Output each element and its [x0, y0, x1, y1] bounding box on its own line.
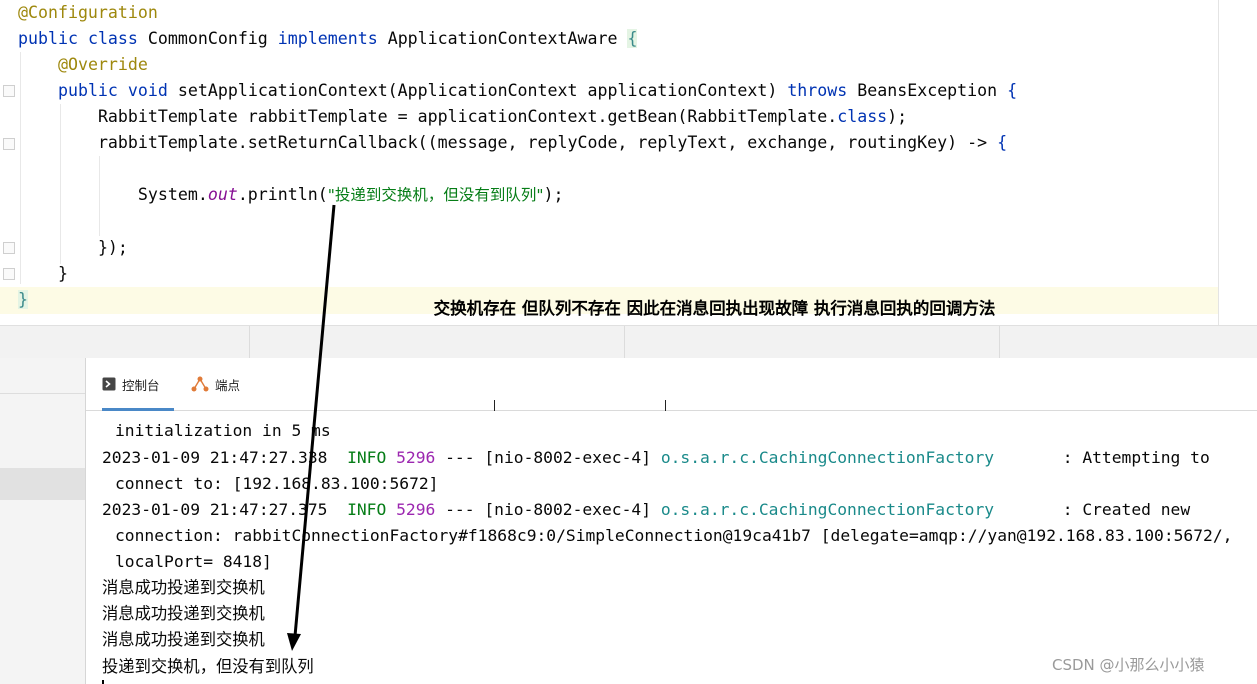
console-line: initialization in 5 ms [115, 421, 331, 440]
fold-marker-icon[interactable] [3, 242, 15, 254]
right-margin-guide [1218, 0, 1219, 325]
tab-console-label: 控制台 [122, 377, 160, 393]
brace-token: { [627, 29, 638, 48]
method-signature-token: setApplicationContext(ApplicationContext… [177, 81, 778, 100]
keyword-token: public [57, 81, 118, 100]
code-text: }); [97, 238, 128, 257]
log-level: INFO [347, 448, 387, 467]
keyword-token: throws [787, 81, 848, 100]
keyword-token: public [18, 29, 78, 48]
code-line-5[interactable]: RabbitTemplate rabbitTemplate = applicat… [18, 104, 907, 130]
tool-window-stripe[interactable] [0, 358, 86, 684]
code-line-1[interactable]: @Configuration [18, 0, 158, 26]
console-message-line: 消息成功投递到交换机 [102, 630, 265, 649]
keyword-token: void [127, 81, 168, 100]
fold-marker-icon[interactable] [3, 85, 15, 97]
console-message-line: 投递到交换机，但没有到队列 [102, 657, 314, 676]
stripe-divider [0, 393, 85, 394]
code-editor[interactable]: @Configuration public class CommonConfig… [0, 0, 1257, 325]
log-pid: 5296 [396, 500, 436, 519]
code-text: .println( [237, 185, 328, 204]
console-output[interactable]: initialization in 5 ms 2023-01-09 21:47:… [86, 411, 1257, 684]
endpoints-icon [191, 376, 209, 392]
keyword-token: class [87, 29, 138, 48]
splitter-divider [999, 326, 1000, 359]
log-logger-link[interactable]: o.s.a.r.c.CachingConnectionFactory [661, 448, 994, 467]
panel-splitter[interactable] [0, 325, 1257, 359]
code-text: ); [887, 107, 908, 126]
tab-endpoints[interactable]: 端点 [191, 358, 240, 410]
console-line: localPort= 8418] [115, 552, 272, 571]
code-line-2[interactable]: public class CommonConfig implements App… [18, 26, 638, 52]
class-name-token: CommonConfig [147, 29, 268, 48]
console-line: connect to: [192.168.83.100:5672] [115, 474, 439, 493]
console-line: connection: rabbitConnectionFactory#f186… [115, 526, 1233, 545]
log-separator: --- [445, 448, 475, 467]
code-text: ); [543, 185, 564, 204]
log-logger-link[interactable]: o.s.a.r.c.CachingConnectionFactory [661, 500, 994, 519]
interface-name-token: ApplicationContextAware [387, 29, 618, 48]
log-level: INFO [347, 500, 387, 519]
log-separator: --- [445, 500, 475, 519]
string-token: "投递到交换机，但没有到队列" [327, 186, 544, 204]
code-text: System. [137, 185, 208, 204]
text-cursor [102, 680, 104, 684]
console-message-line: 消息成功投递到交换机 [102, 604, 265, 623]
fold-marker-icon[interactable] [3, 268, 15, 280]
watermark: CSDN @小那么小小猿 [1052, 656, 1205, 674]
annotation-token: @Configuration [18, 3, 158, 22]
code-line-10[interactable]: }); [18, 235, 128, 261]
console-log-line: 2023-01-09 21:47:27.375 INFO 5296 --- [n… [102, 497, 1190, 523]
splitter-divider [624, 326, 625, 359]
log-timestamp: 2023-01-09 21:47:27.375 [102, 500, 328, 519]
log-thread: [nio-8002-exec-4] [484, 448, 651, 467]
tab-console[interactable]: 控制台 [102, 358, 174, 411]
static-field-token: out [207, 185, 238, 204]
code-line-6[interactable]: rabbitTemplate.setReturnCallback((messag… [18, 130, 1007, 156]
keyword-token: class [837, 107, 888, 126]
code-text: rabbitTemplate.setReturnCallback((messag… [97, 133, 998, 152]
console-log-line: 2023-01-09 21:47:27.338 INFO 5296 --- [n… [102, 445, 1210, 471]
selected-stripe-item[interactable] [0, 468, 85, 500]
code-text: RabbitTemplate rabbitTemplate = applicat… [97, 107, 838, 126]
code-line-11[interactable]: } [18, 261, 68, 287]
log-thread: [nio-8002-exec-4] [484, 500, 651, 519]
log-message: : Created new [1062, 500, 1191, 519]
log-pid: 5296 [396, 448, 436, 467]
brace-token: { [1007, 81, 1018, 100]
log-timestamp: 2023-01-09 21:47:27.338 [102, 448, 328, 467]
tab-endpoints-label: 端点 [215, 377, 241, 393]
splitter-divider [249, 326, 250, 359]
code-text: } [57, 264, 68, 283]
annotation-caption: 交换机存在 但队列不存在 因此在消息回执出现故障 执行消息回执的回调方法 [433, 299, 996, 318]
code-line-8[interactable]: System.out.println("投递到交换机，但没有到队列"); [18, 182, 564, 208]
keyword-token: implements [277, 29, 378, 48]
fold-marker-icon[interactable] [3, 138, 15, 150]
annotation-token: @Override [57, 55, 148, 74]
code-line-4[interactable]: public void setApplicationContext(Applic… [18, 78, 1017, 104]
log-message: : Attempting to [1062, 448, 1210, 467]
code-line-3[interactable]: @Override [18, 52, 148, 78]
console-message-line: 消息成功投递到交换机 [102, 578, 265, 597]
console-icon [102, 377, 116, 391]
exception-token: BeansException [857, 81, 998, 100]
brace-token: { [997, 133, 1008, 152]
run-tool-tabs: 控制台 端点 [86, 358, 1257, 411]
